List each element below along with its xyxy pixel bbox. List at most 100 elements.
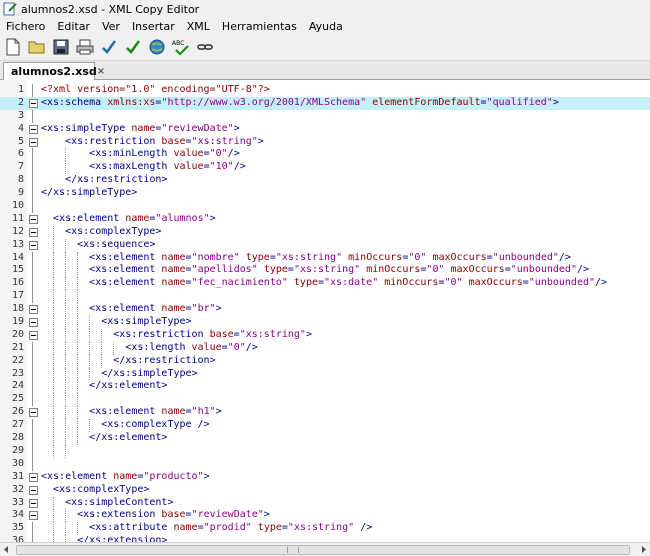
fold-toggle-icon[interactable]	[29, 305, 38, 315]
code-line[interactable]: 28 </xs:element>	[0, 432, 650, 445]
code-line[interactable]: 29	[0, 444, 650, 458]
fold-toggle-icon[interactable]	[29, 227, 38, 237]
scroll-right-icon[interactable]	[639, 545, 648, 554]
fold-toggle-icon[interactable]	[29, 485, 38, 495]
print-button[interactable]	[74, 36, 96, 58]
menu-herramientas[interactable]: Herramientas	[216, 20, 303, 33]
check-wellformed-button[interactable]	[98, 36, 120, 58]
close-icon[interactable]: ×	[97, 66, 105, 77]
menu-ver[interactable]: Ver	[96, 20, 126, 33]
code-line[interactable]: 27 <xs:complexType />	[0, 419, 650, 433]
fold-toggle-icon[interactable]	[29, 330, 38, 340]
horizontal-scrollbar[interactable]	[0, 542, 650, 556]
menu-fichero[interactable]: Fichero	[0, 20, 51, 33]
code-line[interactable]: 1 <?xml version="1.0" encoding="UTF-8"?>	[0, 84, 650, 97]
code-line[interactable]: 2 <xs:schema xmlns:xs="http://www.w3.org/…	[0, 96, 650, 110]
code-text: <xs:element name="apellidos" type="xs:st…	[41, 264, 589, 278]
code-token: "unbounded"	[528, 277, 596, 289]
fold-line	[32, 161, 33, 175]
code-line[interactable]: 5 <xs:restriction base="xs:string">	[0, 136, 650, 149]
menu-editar[interactable]: Editar	[51, 20, 96, 33]
code-token: "xs:string"	[275, 251, 343, 263]
code-line[interactable]: 14 <xs:element name="nombre" type="xs:st…	[0, 251, 650, 265]
code-token: "xs:date"	[324, 277, 379, 289]
open-button[interactable]	[26, 36, 48, 58]
code-line[interactable]: 36 </xs:extension>	[0, 535, 650, 542]
code-line[interactable]: 9 </xs:simpleType>	[0, 187, 650, 201]
menu-insertar[interactable]: Insertar	[126, 20, 181, 33]
fold-toggle-icon[interactable]	[29, 240, 38, 250]
save-button[interactable]	[50, 36, 72, 58]
fold-line	[32, 341, 33, 355]
code-line[interactable]: 35 <xs:attribute name="prodid" type="xs:…	[0, 522, 650, 536]
code-line[interactable]: 18 <xs:element name="br">	[0, 303, 650, 317]
code-line[interactable]: 4 <xs:simpleType name="reviewDate">	[0, 123, 650, 136]
code-line[interactable]: 24 </xs:element>	[0, 380, 650, 394]
fold-toggle-icon[interactable]	[29, 472, 38, 482]
code-line[interactable]: 11 <xs:element name="alumnos">	[0, 213, 650, 226]
scrollbar-thumb[interactable]	[16, 545, 630, 555]
fold-toggle-icon[interactable]	[29, 498, 38, 508]
spellcheck-icon: ABC	[172, 40, 189, 56]
code-token: "xs:string"	[287, 522, 355, 534]
code-token: <xs:element	[53, 212, 126, 224]
code-line[interactable]: 25	[0, 393, 650, 407]
fold-toggle-icon[interactable]	[29, 137, 38, 147]
fold-toggle-icon[interactable]	[29, 408, 38, 418]
fold-toggle-icon[interactable]	[29, 124, 38, 134]
code-line[interactable]: 10	[0, 200, 650, 213]
code-line[interactable]: 12 <xs:complexType>	[0, 225, 650, 239]
code-line[interactable]: 7 <xs:maxLength value="10"/>	[0, 161, 650, 175]
fold-toggle-icon[interactable]	[29, 511, 38, 521]
spellcheck-button[interactable]: ABC	[170, 36, 192, 58]
code-line[interactable]: 8 </xs:restriction>	[0, 174, 650, 188]
line-number: 17	[11, 290, 24, 302]
line-number: 21	[11, 341, 24, 353]
scroll-left-icon[interactable]	[2, 545, 11, 554]
code-line[interactable]: 16 <xs:element name="fec_nacimiento" typ…	[0, 277, 650, 291]
code-line[interactable]: 33 <xs:simpleContent>	[0, 496, 650, 510]
indent-guide	[53, 535, 55, 542]
code-line[interactable]: 19 <xs:simpleType>	[0, 316, 650, 329]
code-line[interactable]: 26 <xs:element name="h1">	[0, 406, 650, 420]
code-token: "unbounded"	[510, 264, 577, 276]
fold-toggle-icon[interactable]	[29, 318, 38, 328]
code-line[interactable]: 17	[0, 290, 650, 304]
line-number: 33	[11, 496, 24, 508]
indent-guide	[77, 303, 79, 317]
tab-alumnos2[interactable]: alumnos2.xsd ×	[3, 62, 105, 80]
code-text: <xs:schema xmlns:xs="http://www.w3.org/2…	[41, 97, 559, 110]
code-token: />	[558, 251, 571, 263]
print-icon	[76, 39, 94, 55]
code-token: <xs:attribute	[89, 522, 174, 534]
code-line[interactable]: 23 </xs:simpleType>	[0, 367, 650, 381]
menu-xml[interactable]: XML	[181, 20, 216, 33]
code-editor[interactable]: 1 <?xml version="1.0" encoding="UTF-8"?> 2…	[0, 80, 650, 542]
code-line[interactable]: 22 </xs:restriction>	[0, 354, 650, 368]
link-button[interactable]	[194, 36, 216, 58]
code-line[interactable]: 34 <xs:extension base="reviewDate">	[0, 509, 650, 523]
fold-toggle-icon[interactable]	[29, 214, 38, 224]
code-token: </xs:simpleType>	[41, 187, 138, 199]
code-line[interactable]: 30	[0, 457, 650, 471]
code-text: </xs:restriction>	[41, 354, 216, 368]
line-number: 8	[17, 174, 24, 186]
code-line[interactable]: 13 <xs:sequence>	[0, 238, 650, 252]
code-line[interactable]: 31 <xs:element name="producto">	[0, 471, 650, 484]
menu-ayuda[interactable]: Ayuda	[303, 20, 349, 33]
code-token: >	[215, 303, 222, 315]
new-document-button[interactable]	[2, 36, 24, 58]
code-line[interactable]: 6 <xs:minLength value="0"/>	[0, 148, 650, 162]
code-line[interactable]: 32 <xs:complexType>	[0, 484, 650, 497]
code-line[interactable]: 20 <xs:restriction base="xs:string">	[0, 328, 650, 342]
indent-guide	[53, 303, 55, 317]
code-line[interactable]: 3	[0, 109, 650, 123]
code-text: <xs:restriction base="xs:string">	[41, 328, 312, 342]
code-line[interactable]: 15 <xs:element name="apellidos" type="xs…	[0, 264, 650, 278]
validate-button[interactable]	[122, 36, 144, 58]
fold-toggle-icon[interactable]	[29, 98, 38, 108]
browser-button[interactable]	[146, 36, 168, 58]
code-line[interactable]: 21 <xs:length value="0"/>	[0, 341, 650, 355]
